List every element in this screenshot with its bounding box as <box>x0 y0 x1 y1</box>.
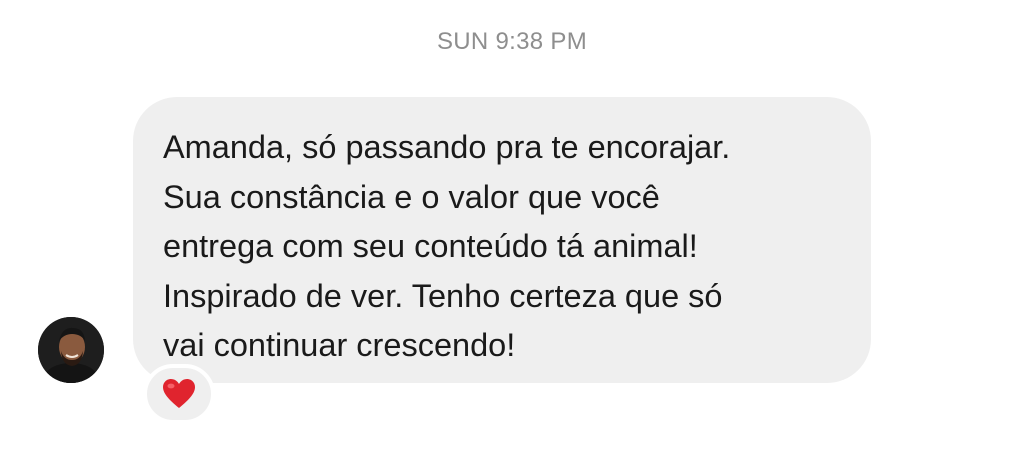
reaction-badge[interactable] <box>143 364 215 424</box>
message-timestamp: SUN 9:38 PM <box>436 28 588 55</box>
message-text: Amanda, só passando pra te encorajar. Su… <box>163 129 731 363</box>
red-heart-icon <box>163 379 195 408</box>
message-bubble[interactable]: Amanda, só passando pra te encorajar. Su… <box>133 97 871 383</box>
message-thread: SUN 9:38 PM Amanda, só passando pra te e… <box>0 0 1024 463</box>
avatar-photo-icon <box>38 317 104 383</box>
sender-avatar[interactable] <box>38 317 104 383</box>
